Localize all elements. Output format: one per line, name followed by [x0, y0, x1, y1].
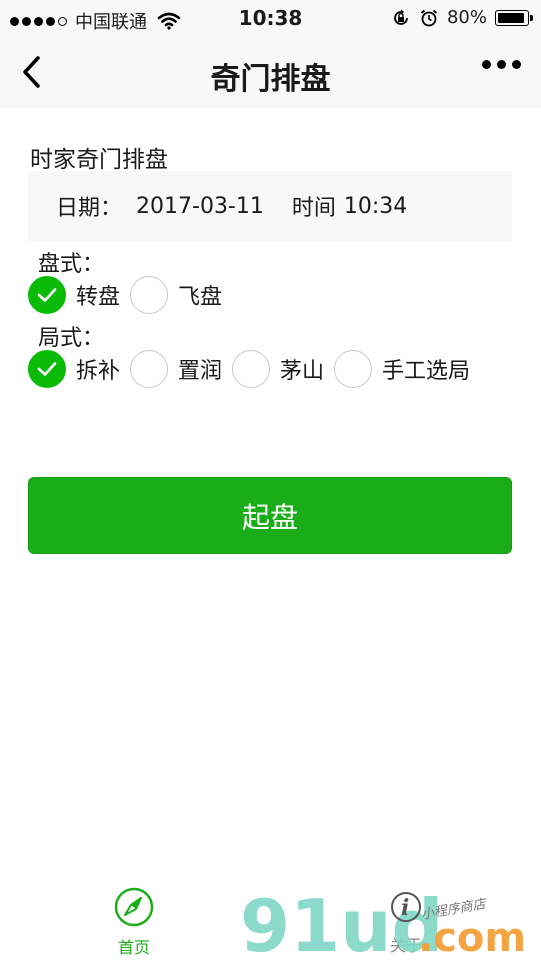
- radio-label: 拆补: [76, 359, 121, 384]
- date-label: 日期：: [56, 196, 123, 221]
- radio-label: 茅山: [280, 359, 325, 384]
- pan-label: 盘式：: [38, 252, 105, 277]
- battery-percent: 80%: [446, 7, 487, 28]
- compass-icon: [114, 887, 154, 927]
- more-dots-icon[interactable]: [482, 60, 521, 69]
- radio-label: 置润: [178, 359, 223, 384]
- battery-icon: [495, 9, 533, 26]
- radio-shougong[interactable]: [334, 350, 373, 388]
- pan-radio-group: 转盘 飞盘: [28, 276, 232, 314]
- radio-zhuanpan[interactable]: [28, 276, 66, 314]
- radio-feipan[interactable]: [130, 276, 169, 314]
- rotation-lock-icon: [394, 9, 408, 25]
- status-bar: 中国联通 10:38 80%: [0, 0, 541, 36]
- page-title: 奇门排盘: [210, 62, 331, 97]
- svg-text:i: i: [401, 895, 409, 921]
- time-value[interactable]: 10:34: [344, 194, 407, 219]
- ju-label: 局式：: [38, 326, 105, 351]
- radio-label: 转盘: [76, 285, 121, 310]
- radio-zhirun[interactable]: [130, 350, 169, 388]
- watermark: 91ud i .com 小程序商店: [240, 884, 540, 964]
- nav-bar: 奇门排盘: [0, 36, 541, 108]
- date-value[interactable]: 2017-03-11: [136, 194, 264, 219]
- check-icon: [37, 288, 57, 302]
- ju-radio-group: 拆补 置润 茅山 手工选局: [28, 350, 480, 388]
- datetime-picker[interactable]: 日期： 2017-03-11 时间 10:34: [28, 171, 512, 241]
- radio-label: 手工选局: [382, 359, 471, 384]
- radio-chaibu[interactable]: [28, 350, 66, 388]
- radio-label: 飞盘: [178, 285, 223, 310]
- tab-home[interactable]: 首页: [108, 886, 160, 958]
- svg-text:.com: .com: [418, 915, 526, 960]
- svg-text:91ud: 91ud: [240, 885, 443, 960]
- start-pan-button[interactable]: 起盘: [28, 477, 512, 554]
- radio-maoshan[interactable]: [232, 350, 271, 388]
- check-icon: [37, 362, 57, 376]
- time-label: 时间: [291, 196, 336, 221]
- section-title: 时家奇门排盘: [30, 147, 168, 173]
- tab-home-label: 首页: [117, 938, 150, 957]
- alarm-icon: [420, 9, 438, 26]
- status-right: 80%: [391, 7, 533, 28]
